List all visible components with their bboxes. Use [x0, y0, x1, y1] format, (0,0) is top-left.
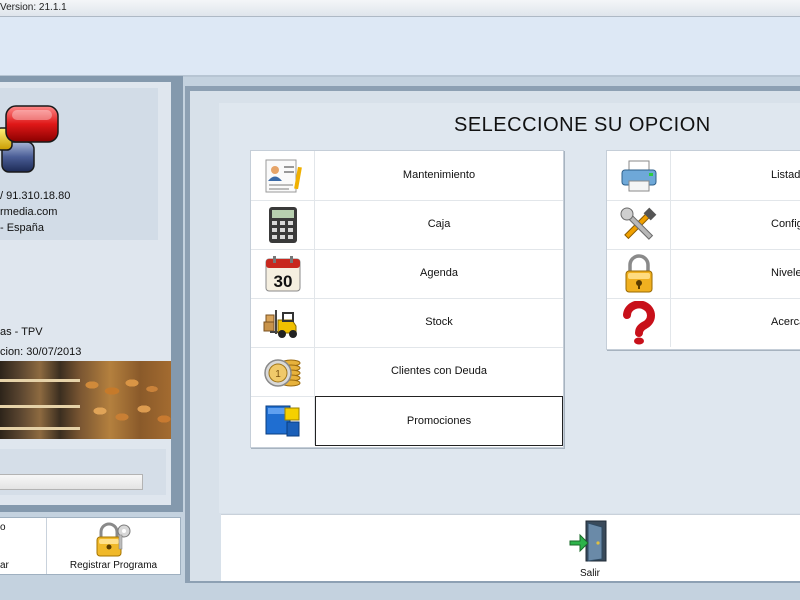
exit-button[interactable]: Salir [564, 519, 616, 579]
left-panel: / 91.310.18.80 rmedia.com - España as - … [0, 76, 183, 512]
menu-item-acerca-de[interactable]: Acerca [607, 298, 800, 347]
menu-item-label: Agenda [420, 267, 458, 279]
svg-text:1: 1 [275, 369, 281, 380]
menu-item-label: Caja [427, 218, 451, 230]
partial-toolbar-button[interactable]: o ar [0, 518, 47, 574]
bakery-shelf [0, 379, 80, 382]
contact-card-icon [265, 159, 302, 192]
program-version-date: cion: 30/07/2013 [0, 346, 82, 358]
menu-item-niveles-de-acceso[interactable]: Niveles de [607, 249, 800, 299]
icon-cell [607, 249, 671, 298]
menu-item-caja[interactable]: Caja [251, 200, 563, 250]
icon-cell [251, 396, 315, 445]
icon-cell [607, 200, 671, 249]
partial-button-label: ar [0, 560, 9, 571]
icon-cell: 30 [251, 249, 315, 298]
options-menu-right: Listad Configur Niveles de [606, 150, 800, 350]
menu-item-configuracion[interactable]: Configur [607, 200, 800, 250]
left-panel-inner: / 91.310.18.80 rmedia.com - España as - … [0, 82, 171, 505]
coins-icon: 1 [263, 358, 300, 387]
company-logo-icon [0, 105, 59, 173]
program-name: as - TPV [0, 326, 43, 338]
calendar-icon: 30 [265, 255, 300, 291]
register-program-label: Registrar Programa [69, 560, 158, 571]
menu-item-clientes-con-deuda[interactable]: 1 Clientes con Deuda [251, 347, 563, 397]
menu-item-label: Acerca [771, 316, 800, 328]
bottom-toolbar: Salir [221, 514, 800, 581]
calendar-day: 30 [273, 272, 292, 291]
calculator-icon [268, 206, 297, 243]
icon-cell [251, 151, 315, 200]
icon-cell [251, 200, 315, 249]
padlock-key-icon [96, 522, 131, 557]
company-website: rmedia.com [0, 206, 58, 218]
register-program-button[interactable]: Registrar Programa [47, 518, 180, 574]
icon-cell [607, 151, 671, 200]
page-title: SELECCIONE SU OPCION [454, 114, 711, 136]
bakery-shelf [0, 427, 80, 430]
icon-cell [251, 298, 315, 347]
menu-item-label: Mantenimiento [402, 169, 476, 181]
menu-item-label: Stock [425, 316, 453, 328]
top-band [0, 17, 800, 77]
menu-item-mantenimiento[interactable]: Mantenimiento [251, 151, 563, 201]
padlock-icon [625, 253, 652, 292]
bakery-image [0, 361, 171, 439]
forklift-icon [263, 309, 297, 338]
partial-button-top: o [0, 522, 6, 533]
menu-item-label: Listad [771, 169, 800, 181]
menu-item-label: Promociones [315, 396, 563, 446]
company-info-box: / 91.310.18.80 rmedia.com - España [0, 88, 158, 240]
menu-item-label: Niveles de [771, 267, 800, 279]
options-menu-left: Mantenimiento Caja 30 Agenda Stock 1 Cli… [250, 150, 564, 448]
tools-icon [620, 207, 656, 240]
question-icon [622, 300, 655, 344]
printer-icon [621, 160, 656, 191]
company-country: - España [0, 222, 45, 234]
icon-cell: 1 [251, 347, 315, 396]
menu-item-promociones[interactable]: Promociones [251, 396, 563, 446]
menu-item-listados[interactable]: Listad [607, 151, 800, 201]
company-phone: / 91.310.18.80 [0, 190, 71, 202]
bakery-shelf [0, 405, 80, 408]
menu-item-label: Configur [771, 218, 800, 230]
exit-door-icon [569, 520, 607, 562]
menu-item-label: Clientes con Deuda [390, 365, 487, 377]
window-title: Version: 21.1.1 [0, 2, 67, 13]
menu-item-agenda[interactable]: 30 Agenda [251, 249, 563, 299]
icon-cell [607, 298, 671, 347]
left-toolbar: o ar Registrar Programa [0, 517, 181, 575]
cubes-icon [265, 405, 299, 436]
exit-label: Salir [579, 568, 600, 579]
loading-progress-bar [0, 474, 143, 490]
window-titlebar: Version: 21.1.1 [0, 0, 800, 17]
menu-item-stock[interactable]: Stock [251, 298, 563, 348]
